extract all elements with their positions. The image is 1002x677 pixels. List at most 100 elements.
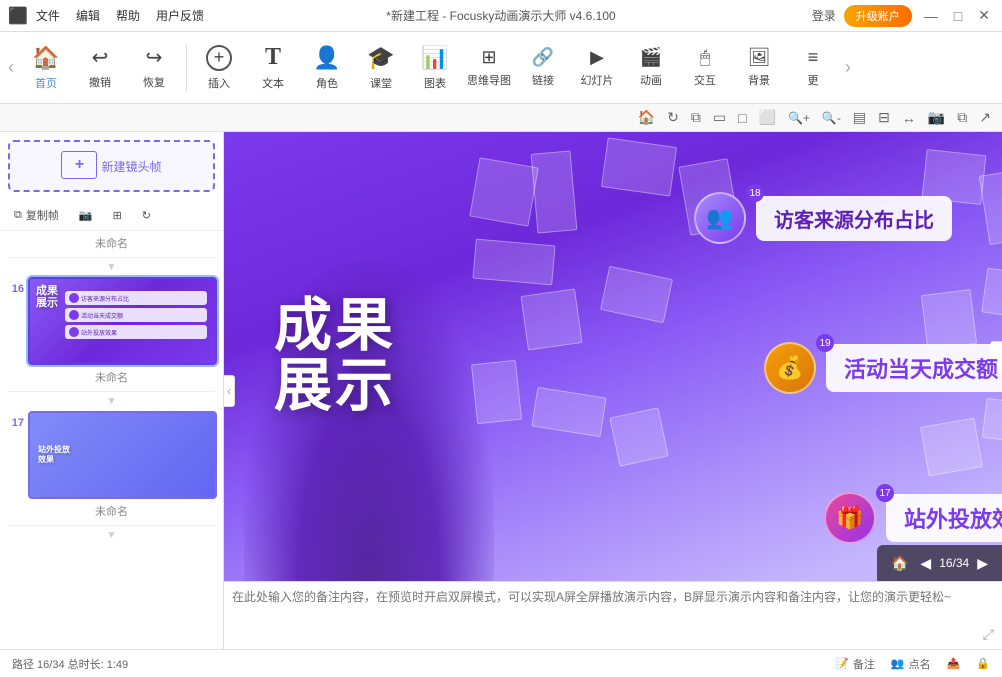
toolbar-bg[interactable]: 🖼 背景 (733, 37, 785, 99)
toolbar-interact[interactable]: 🖱 交互 (679, 37, 731, 99)
prev-slide-button[interactable]: ◀ (916, 553, 935, 574)
toolbar-slide-label: 幻灯片 (581, 72, 614, 88)
sec-copy1-icon[interactable]: ⧉ (688, 107, 704, 128)
minimize-button[interactable]: — (920, 8, 942, 24)
close-button[interactable]: ✕ (974, 7, 994, 24)
menu-bar: 文件 编辑 帮助 用户反馈 (36, 7, 204, 24)
toolbar-mindmap[interactable]: ⊞ 思维导图 (463, 37, 515, 99)
info-card-2-text: 活动当天成交额 (826, 344, 1002, 392)
frame-transform-button[interactable]: ↻ (136, 206, 157, 225)
undo-icon: ↩ (92, 45, 109, 70)
menu-edit[interactable]: 编辑 (76, 7, 100, 24)
toolbar-insert[interactable]: + 插入 (193, 37, 245, 99)
info-card-1[interactable]: 👥 18 访客来源分布占比 (694, 192, 952, 244)
sec-expand-icon[interactable]: ↗ (976, 107, 994, 128)
toolbar-slide[interactable]: ▶ 幻灯片 (571, 37, 623, 99)
toolbar-animation-label: 动画 (640, 72, 662, 88)
toolbar-class-label: 课堂 (370, 75, 392, 91)
sec-zoom-out-icon[interactable]: 🔍- (819, 109, 844, 127)
toolbar-text-label: 文本 (262, 75, 284, 91)
sec-copy2-icon[interactable]: ⧉ (954, 107, 970, 128)
toolbar-home[interactable]: 🏠 首页 (20, 37, 72, 99)
toolbar-text[interactable]: T 文本 (247, 37, 299, 99)
deco-block-2 (531, 150, 578, 233)
frame-camera-button[interactable]: 📷 (73, 206, 99, 225)
window-title: *新建工程 - Focusky动画演示大师 v4.6.100 (386, 7, 615, 24)
toolbar-insert-label: 插入 (208, 75, 230, 91)
toolbar-class[interactable]: 🎓 课堂 (355, 37, 407, 99)
menu-help[interactable]: 帮助 (116, 7, 140, 24)
info-card-3[interactable]: 🎁 17 站外投放效果 (824, 492, 1002, 544)
left-panel-collapse[interactable]: ‹ (224, 375, 235, 407)
toolbar-more[interactable]: ≡ 更 (787, 37, 839, 99)
insert-icon: + (206, 45, 232, 71)
new-frame-button[interactable]: + 新建镜头帧 (8, 140, 215, 192)
frame-transform-icon: ↻ (142, 209, 151, 222)
frame-layout-button[interactable]: ⊞ (107, 206, 128, 225)
canvas[interactable]: 成果 展示 👥 18 访客来源分布占比 💰 19 活动当天成交额 (224, 132, 1002, 581)
slide-item-17[interactable]: 17 站外投放效果 (0, 409, 223, 501)
slide-label-17: 未命名 (0, 501, 223, 523)
toolbar-separator-1 (186, 44, 187, 92)
toolbar-undo[interactable]: ↩ 撤销 (74, 37, 126, 99)
name-label: 点名 (909, 656, 931, 672)
sec-refresh-icon[interactable]: ↻ (664, 107, 682, 128)
menu-file[interactable]: 文件 (36, 7, 60, 24)
name-icon: 👥 (891, 657, 905, 670)
info-card-1-icon: 👥 (694, 192, 746, 244)
main-title-line1: 成果 (274, 296, 396, 357)
slide-label-16: 未命名 (0, 367, 223, 389)
menu-feedback[interactable]: 用户反馈 (156, 7, 204, 24)
copy-frame-button[interactable]: ⧉ 复制帧 (8, 204, 65, 226)
login-button[interactable]: 登录 (812, 7, 836, 24)
toolbar-chart[interactable]: 📊 图表 (409, 37, 461, 99)
slide-item-16[interactable]: 16 成果展示 访客来源分布占比 (0, 275, 223, 367)
toolbar-undo-label: 撤销 (89, 74, 111, 90)
next-slide-button[interactable]: ▶ (973, 553, 992, 574)
notes-input[interactable] (232, 588, 994, 643)
sec-zoom-in-icon[interactable]: 🔍+ (785, 109, 813, 127)
notes-expand-icon[interactable]: ⤢ (983, 626, 994, 643)
upgrade-button[interactable]: 升级账户 (844, 5, 912, 27)
sec-layout-icon[interactable]: ▤ (850, 107, 869, 128)
toolbar-back-arrow[interactable]: ‹ (4, 53, 18, 82)
slide-thumbnail-16[interactable]: 成果展示 访客来源分布占比 活动当天成交额 (28, 277, 217, 365)
scroll-indicator-bottom: ▼ (0, 528, 223, 543)
toolbar-redo[interactable]: ↪ 恢复 (128, 37, 180, 99)
toolbar-redo-label: 恢复 (143, 74, 165, 90)
sec-align-icon[interactable]: ⊟ (875, 107, 893, 128)
toolbar-role[interactable]: 👤 角色 (301, 37, 353, 99)
home-icon: 🏠 (32, 45, 59, 71)
note-label: 备注 (853, 656, 875, 672)
maximize-button[interactable]: □ (950, 8, 966, 24)
info-card-2[interactable]: 💰 19 活动当天成交额 (764, 342, 1002, 394)
toolbar-forward-arrow[interactable]: › (841, 53, 855, 82)
toolbar-animation[interactable]: 🎬 动画 (625, 37, 677, 99)
status-bar: 路径 16/34 总时长: 1:49 📝 备注 👥 点名 📤 🔒 (0, 649, 1002, 677)
toolbar-link[interactable]: 🔗 链接 (517, 37, 569, 99)
sec-camera-icon[interactable]: 📷 (925, 107, 948, 128)
frame-separator-mid (8, 391, 215, 392)
home-play-icon[interactable]: 🏠 (887, 553, 912, 574)
note-button[interactable]: 📝 备注 (835, 656, 875, 672)
text-icon: T (265, 44, 281, 71)
new-frame-label: 新建镜头帧 (101, 158, 161, 175)
title-bar: ⬛ 文件 编辑 帮助 用户反馈 *新建工程 - Focusky动画演示大师 v4… (0, 0, 1002, 32)
deco-block-3 (601, 137, 677, 196)
sec-resize-icon[interactable]: ↔ (899, 108, 919, 128)
deco-block-16 (920, 418, 983, 477)
sec-rect2-icon[interactable]: □ (735, 108, 749, 128)
slide-number-16: 16 (6, 277, 24, 295)
share-button[interactable]: 📤 (947, 657, 961, 670)
main-area: + 新建镜头帧 ⧉ 复制帧 📷 ⊞ ↻ 未命名 ▼ (0, 132, 1002, 649)
sec-home-icon[interactable]: 🏠 (635, 107, 658, 128)
name-button[interactable]: 👥 点名 (891, 656, 931, 672)
slide-thumbnail-17[interactable]: 站外投放效果 (28, 411, 217, 499)
sec-rect1-icon[interactable]: ▭ (710, 107, 729, 128)
sec-rect3-icon[interactable]: ⬜ (756, 107, 779, 128)
deco-block-5 (472, 239, 555, 286)
info-card-1-num: 18 (746, 184, 764, 202)
lock-button[interactable]: 🔒 (976, 657, 990, 670)
more-icon: ≡ (808, 47, 819, 68)
frame-layout-icon: ⊞ (113, 209, 122, 222)
